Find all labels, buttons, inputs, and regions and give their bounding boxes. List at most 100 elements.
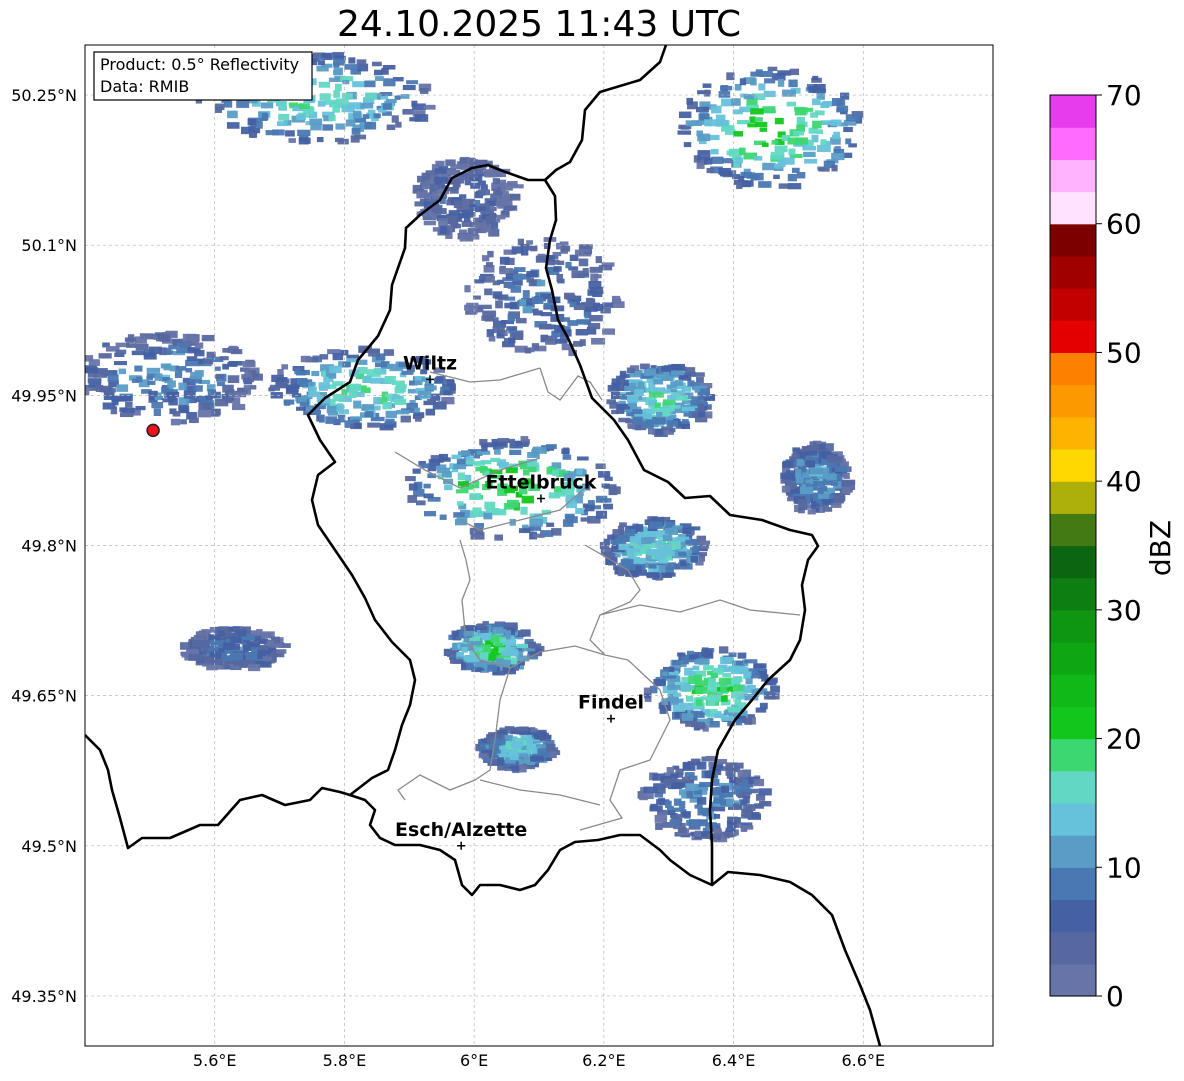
echo-cell xyxy=(197,409,212,418)
echo-cell xyxy=(407,495,418,503)
echo-cell xyxy=(494,534,503,541)
echo-cell xyxy=(803,151,816,158)
echo-cell xyxy=(774,117,784,125)
echo-cell xyxy=(734,157,743,164)
echo-cell xyxy=(265,130,279,136)
echo-cell xyxy=(354,422,362,429)
echo-cell xyxy=(492,508,507,516)
echo-cell xyxy=(522,290,530,298)
echo-cell xyxy=(737,769,752,778)
echo-cell xyxy=(432,227,441,232)
echo-cell xyxy=(480,210,495,215)
echo-cell xyxy=(787,137,797,145)
echo-cell xyxy=(249,132,257,138)
echo-cell xyxy=(304,137,311,144)
echo-cell xyxy=(641,537,652,545)
echo-cell xyxy=(333,70,342,75)
echo-cell xyxy=(678,551,687,557)
echo-cell xyxy=(393,398,407,405)
echo-cell xyxy=(386,98,397,104)
echo-cell xyxy=(736,660,744,666)
echo-cell xyxy=(578,258,589,267)
echo-cell xyxy=(473,461,485,466)
echo-cell xyxy=(87,378,102,384)
echo-cell xyxy=(511,765,520,772)
echo-cell xyxy=(685,539,694,545)
echo-cell xyxy=(119,407,128,413)
echo-cell xyxy=(681,811,691,818)
echo-cell xyxy=(252,373,263,381)
colorbar-swatch xyxy=(1050,609,1096,643)
echo-cell xyxy=(335,98,349,105)
echo-cell xyxy=(509,194,521,201)
echo-cell xyxy=(364,80,376,88)
echo-cell xyxy=(681,713,694,721)
echo-cell xyxy=(456,651,464,657)
echo-cell xyxy=(696,658,710,665)
echo-cell xyxy=(317,60,325,66)
echo-cell xyxy=(119,412,134,418)
echo-cell xyxy=(711,156,724,164)
echo-cell xyxy=(669,819,681,826)
echo-cell xyxy=(587,322,601,330)
echo-cell xyxy=(591,337,606,345)
echo-cell xyxy=(816,129,823,135)
echo-cell xyxy=(262,656,272,661)
colorbar-swatch xyxy=(1050,802,1096,836)
echo-cell xyxy=(438,218,449,226)
echo-cell xyxy=(406,80,419,85)
echo-cell xyxy=(744,659,758,664)
echo-cell xyxy=(492,291,503,299)
echo-cell xyxy=(764,78,776,84)
echo-cell xyxy=(482,255,490,262)
echo-cell xyxy=(696,106,709,113)
echo-cell xyxy=(786,470,797,476)
echo-cell xyxy=(635,565,642,573)
colorbar-tick-label: 20 xyxy=(1106,723,1142,756)
echo-cell xyxy=(495,628,507,634)
echo-cell xyxy=(762,162,776,171)
echo-cell xyxy=(296,113,306,121)
echo-cell xyxy=(750,108,764,115)
echo-cell xyxy=(308,386,317,395)
echo-cell xyxy=(520,734,532,741)
echo-cell xyxy=(812,75,819,81)
echo-cell xyxy=(636,524,644,532)
echo-cell xyxy=(720,686,727,693)
echo-cell xyxy=(278,101,286,110)
echo-cell xyxy=(482,310,497,318)
echo-cell xyxy=(563,317,571,322)
echo-cell xyxy=(98,353,112,359)
echo-cell xyxy=(382,402,392,410)
echo-cell xyxy=(222,348,230,353)
echo-cell xyxy=(443,390,451,396)
echo-cell xyxy=(666,767,674,773)
echo-cell xyxy=(608,487,618,496)
echo-cell xyxy=(423,493,434,499)
echo-cell xyxy=(159,334,171,342)
echo-cell xyxy=(218,626,229,632)
echo-cell xyxy=(222,363,229,370)
echo-cell xyxy=(497,438,510,443)
echo-cell xyxy=(529,518,543,527)
echo-cell xyxy=(617,525,625,533)
echo-cell xyxy=(498,647,506,652)
echo-cell xyxy=(258,645,269,651)
echo-cell xyxy=(686,820,699,826)
echo-cell xyxy=(481,444,488,452)
echo-cell xyxy=(243,377,254,383)
echo-cell xyxy=(696,761,707,770)
echo-cell xyxy=(794,108,807,116)
echo-cell xyxy=(672,659,682,666)
echo-cell xyxy=(228,360,243,366)
echo-cell xyxy=(227,110,238,119)
echo-cell xyxy=(247,663,261,672)
echo-cell xyxy=(702,83,712,88)
echo-cell xyxy=(373,396,381,405)
info-product: Product: 0.5° Reflectivity xyxy=(100,55,299,74)
echo-cell xyxy=(670,773,679,779)
echo-cell xyxy=(782,89,796,97)
echo-cell xyxy=(569,301,577,308)
echo-cell xyxy=(466,656,480,663)
echo-cell xyxy=(646,572,660,578)
